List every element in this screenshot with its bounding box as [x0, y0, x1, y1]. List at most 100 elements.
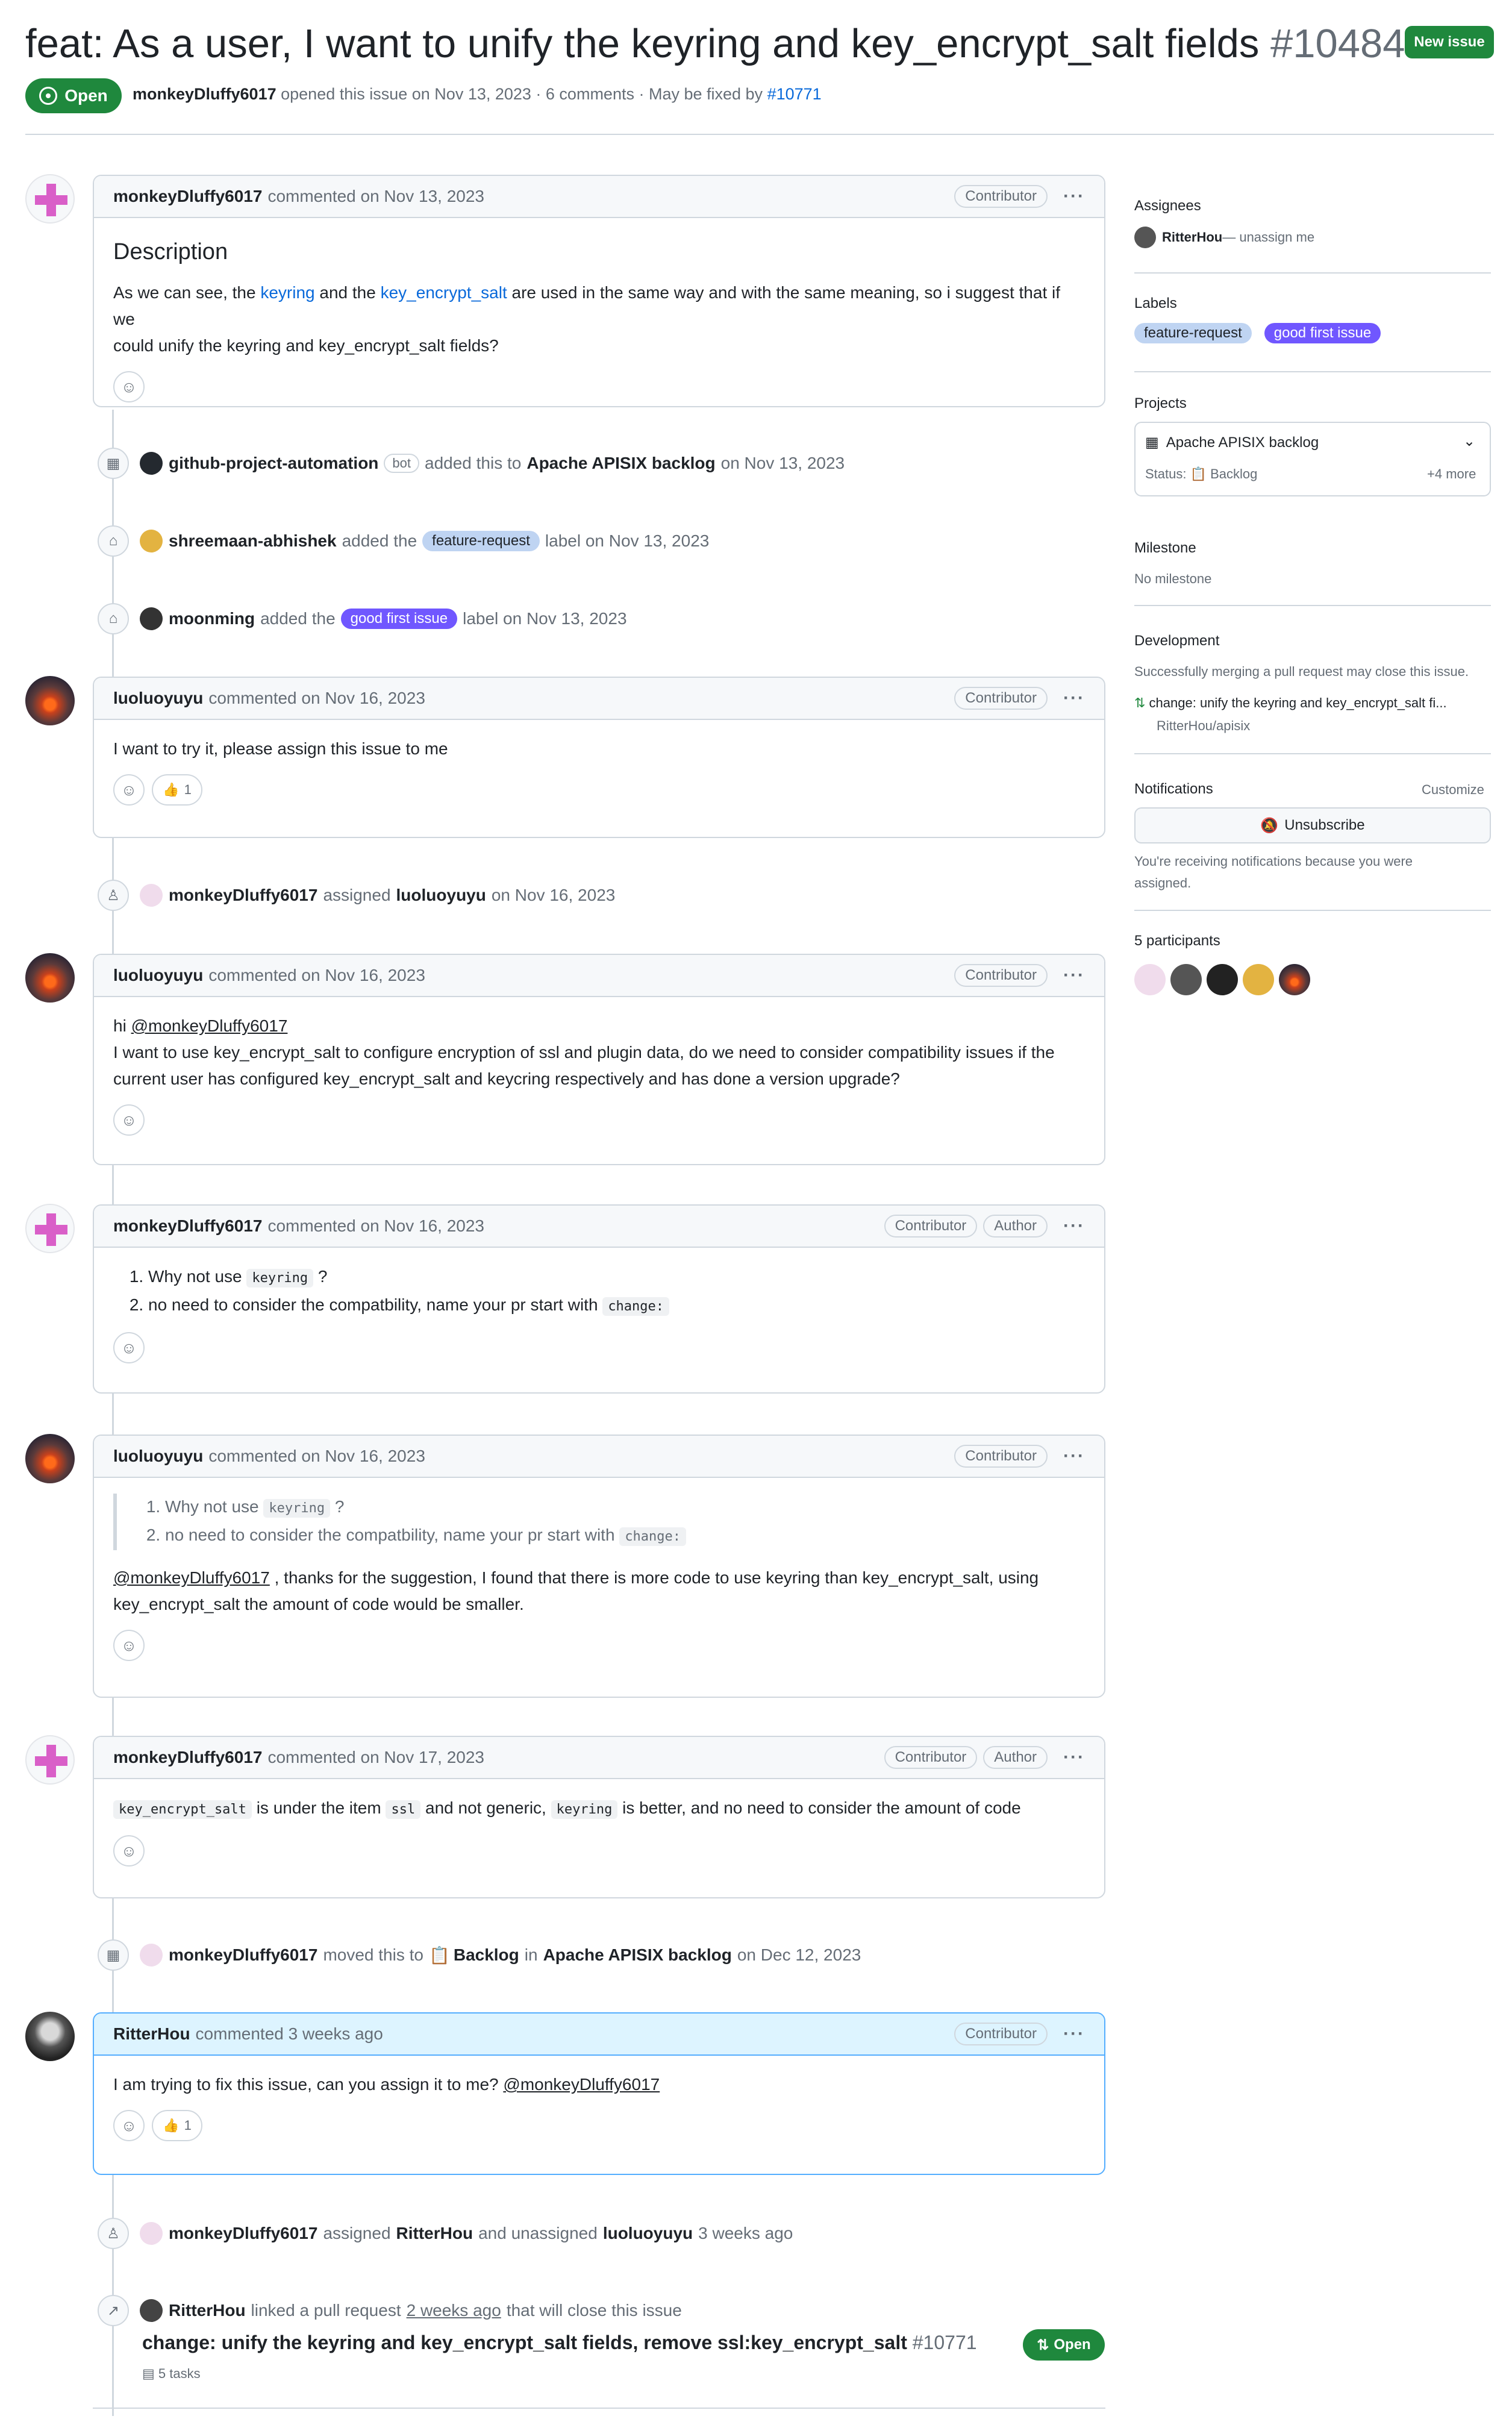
pr-title-text[interactable]: change: unify the keyring and key_encryp… [142, 2332, 907, 2353]
issue-author-link[interactable]: monkeyDluffy6017 [133, 85, 276, 103]
avatar[interactable] [25, 1204, 75, 1253]
event-project-link[interactable]: Apache APISIX backlog [526, 454, 715, 473]
comment-date[interactable]: commented on Nov 16, 2023 [208, 689, 425, 708]
event-project-link[interactable]: Apache APISIX backlog [543, 1945, 732, 1965]
more-options-icon[interactable]: ··· [1063, 186, 1085, 207]
label-good-first-issue[interactable]: good first issue [1264, 323, 1381, 343]
avatar[interactable] [25, 174, 75, 224]
event-user[interactable]: moonming [169, 609, 255, 628]
participant-avatar[interactable] [1243, 964, 1274, 995]
comment-author[interactable]: monkeyDluffy6017 [113, 1748, 262, 1767]
add-reaction-icon[interactable]: ☺ [113, 1630, 145, 1661]
project-name[interactable]: Apache APISIX backlog [1166, 434, 1319, 451]
add-reaction-icon[interactable]: ☺ [113, 2110, 145, 2141]
development-heading[interactable]: Development [1134, 633, 1219, 649]
thumbs-up-reaction[interactable]: 👍 1 [152, 774, 202, 806]
milestone-heading[interactable]: Milestone [1134, 540, 1196, 557]
comment-author[interactable]: luoluoyuyu [113, 1447, 203, 1466]
projects-heading[interactable]: Projects [1134, 395, 1187, 412]
ritterhou-avatar[interactable] [1134, 227, 1156, 248]
unsubscribe-button[interactable]: 🔕 Unsubscribe [1134, 807, 1491, 843]
comment-date[interactable]: commented on Nov 13, 2023 [267, 187, 484, 206]
event-user[interactable]: RitterHou [169, 2301, 246, 2320]
comment-author[interactable]: luoluoyuyu [113, 966, 203, 985]
add-reaction-icon[interactable]: ☺ [113, 1835, 145, 1867]
more-projects[interactable]: +4 more [1427, 466, 1476, 482]
comment-author[interactable]: RitterHou [113, 2024, 190, 2044]
participant-avatar[interactable] [1207, 964, 1238, 995]
event-target[interactable]: RitterHou [396, 2224, 473, 2243]
more-options-icon[interactable]: ··· [1063, 688, 1085, 709]
label-good-first-issue[interactable]: good first issue [340, 609, 458, 629]
participant-avatar[interactable] [1134, 964, 1166, 995]
add-reaction-icon[interactable]: ☺ [113, 774, 145, 806]
participants-heading: 5 participants [1134, 933, 1220, 949]
label-feature-request[interactable]: feature-request [1134, 323, 1252, 343]
event-user[interactable]: monkeyDluffy6017 [169, 886, 317, 905]
avatar[interactable] [25, 2012, 75, 2061]
monkey-mini-avatar[interactable] [140, 2222, 163, 2245]
comment-date[interactable]: commented on Nov 16, 2023 [267, 1216, 484, 1236]
more-options-icon[interactable]: ··· [1063, 965, 1085, 986]
event-target[interactable]: luoluoyuyu [396, 886, 486, 905]
event-date[interactable]: on Nov 13, 2023 [721, 454, 845, 473]
comment-date[interactable]: commented on Nov 17, 2023 [267, 1748, 484, 1767]
more-options-icon[interactable]: ··· [1063, 1446, 1085, 1466]
event-date[interactable]: on Nov 16, 2023 [492, 886, 616, 905]
label-feature-request[interactable]: feature-request [422, 531, 540, 551]
project-card[interactable]: ▦ Apache APISIX backlog ⌄ Status: 📋 Backl… [1134, 422, 1491, 496]
unassign-link[interactable]: — unassign me [1222, 230, 1314, 245]
mention-link[interactable]: @monkeyDluffy6017 [503, 2075, 660, 2094]
shreemaan-avatar[interactable] [140, 530, 163, 552]
fixed-by-link[interactable]: #10771 [767, 85, 822, 103]
development-repo[interactable]: RitterHou/apisix [1157, 718, 1250, 734]
event-date[interactable]: 3 weeks ago [698, 2224, 793, 2243]
add-reaction-icon[interactable]: ☺ [113, 1104, 145, 1136]
event-user[interactable]: monkeyDluffy6017 [169, 1945, 317, 1965]
event-user[interactable]: monkeyDluffy6017 [169, 2224, 317, 2243]
monkey-mini-avatar[interactable] [140, 1944, 163, 1967]
more-options-icon[interactable]: ··· [1063, 1216, 1085, 1236]
add-reaction-icon[interactable]: ☺ [113, 1332, 145, 1363]
thumbs-up-reaction[interactable]: 👍 1 [152, 2110, 202, 2141]
key-encrypt-salt-link[interactable]: key_encrypt_salt [381, 283, 507, 302]
more-options-icon[interactable]: ··· [1063, 1747, 1085, 1768]
keyring-link[interactable]: keyring [260, 283, 314, 302]
new-issue-button[interactable]: New issue [1405, 26, 1494, 58]
comment-author[interactable]: monkeyDluffy6017 [113, 187, 262, 206]
linked-pr-title[interactable]: change: unify the keyring and key_encryp… [142, 2332, 977, 2354]
event-target[interactable]: luoluoyuyu [603, 2224, 693, 2243]
comment-author[interactable]: luoluoyuyu [113, 689, 203, 708]
comment-date[interactable]: commented on Nov 16, 2023 [208, 1447, 425, 1466]
comment-author[interactable]: monkeyDluffy6017 [113, 1216, 262, 1236]
participant-avatar[interactable] [1170, 964, 1202, 995]
event-text: assigned [323, 886, 391, 904]
event-date[interactable]: on Dec 12, 2023 [737, 1945, 861, 1965]
event-date[interactable]: 2 weeks ago [407, 2301, 501, 2320]
monkey-mini-avatar[interactable] [140, 884, 163, 907]
development-pr[interactable]: ⇅ change: unify the keyring and key_encr… [1134, 695, 1447, 711]
avatar[interactable] [25, 1735, 75, 1785]
add-reaction-icon[interactable]: ☺ [113, 371, 145, 402]
event-user[interactable]: github-project-automation [169, 454, 378, 473]
participant-avatar[interactable] [1279, 964, 1310, 995]
ritterhou-mini-avatar[interactable] [140, 2299, 163, 2322]
mention-link[interactable]: @monkeyDluffy6017 [113, 1568, 270, 1587]
github-bot-avatar[interactable] [140, 452, 163, 475]
dev-pr-title[interactable]: change: unify the keyring and key_encryp… [1149, 695, 1447, 710]
event-user[interactable]: shreemaan-abhishek [169, 531, 337, 551]
avatar[interactable] [25, 1434, 75, 1483]
comment-date[interactable]: commented 3 weeks ago [196, 2024, 383, 2044]
customize-link[interactable]: Customize [1422, 782, 1484, 798]
assignees-heading[interactable]: Assignees [1134, 198, 1201, 214]
labels-heading[interactable]: Labels [1134, 295, 1177, 312]
moonming-avatar[interactable] [140, 607, 163, 630]
avatar[interactable] [25, 676, 75, 725]
chevron-down-icon[interactable]: ⌄ [1463, 433, 1475, 450]
status-value[interactable]: Backlog [1210, 466, 1257, 481]
comment-date[interactable]: commented on Nov 16, 2023 [208, 966, 425, 985]
avatar[interactable] [25, 953, 75, 1003]
mention-link[interactable]: @monkeyDluffy6017 [131, 1016, 288, 1035]
assignee-name[interactable]: RitterHou [1162, 230, 1222, 245]
more-options-icon[interactable]: ··· [1063, 2024, 1085, 2044]
